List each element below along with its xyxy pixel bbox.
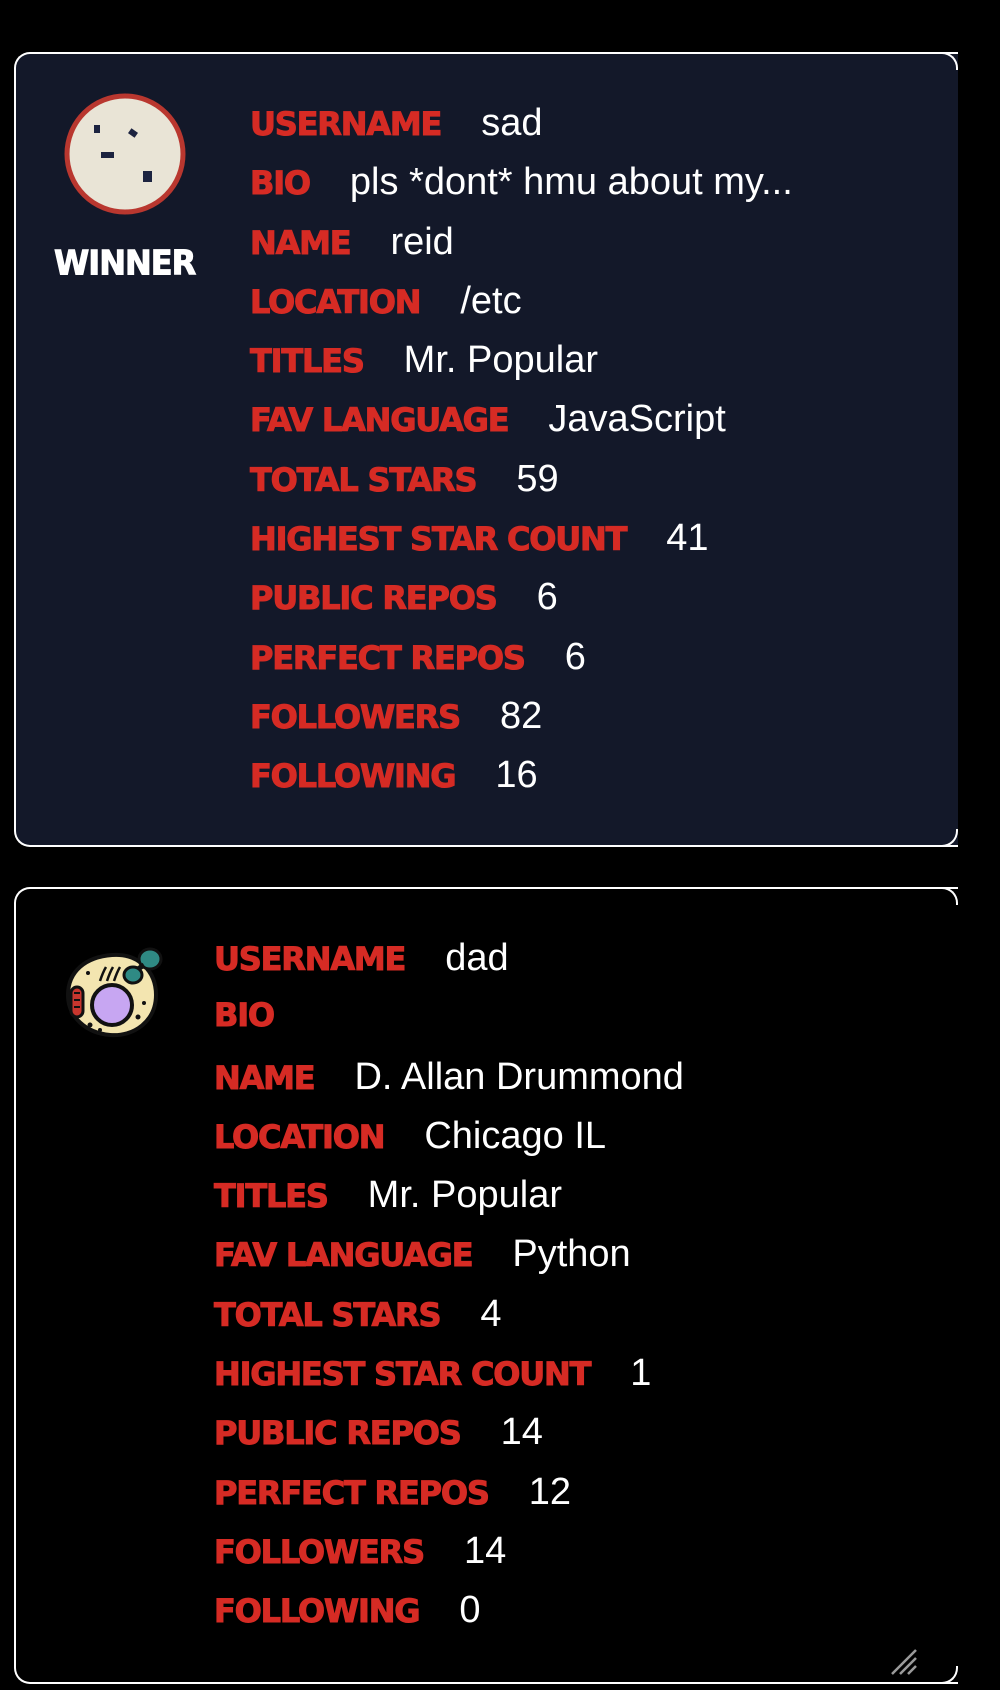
field-label: FOLLOWERS — [214, 1532, 426, 1571]
field-label: USERNAME — [213, 940, 406, 979]
field-label: LOCATION — [249, 282, 422, 321]
winner-badge: WINNER — [53, 243, 196, 284]
field-fav-language: FAV LANGUAGE Python — [213, 1233, 684, 1292]
field-label: FOLLOWING — [213, 1592, 421, 1631]
field-fav-language: FAV LANGUAGE JavaScript — [249, 398, 793, 457]
field-label: FOLLOWING — [249, 757, 457, 796]
field-label: TOTAL STARS — [249, 460, 478, 499]
field-username: USERNAME dad — [213, 937, 684, 996]
field-label: BIO — [250, 164, 312, 203]
field-value: sad — [481, 102, 543, 144]
field-name: NAME D. Allan Drummond — [213, 1055, 684, 1115]
profile-card: USERNAME dad BIO NAME D. Allan Drummond LO… — [14, 887, 958, 1684]
field-value: 4 — [480, 1292, 502, 1335]
field-total-stars: TOTAL STARS 4 — [213, 1292, 684, 1352]
profile-fields: USERNAME sad BIO pls *dont* hmu about my..… — [249, 102, 793, 814]
field-bio: BIO — [214, 996, 684, 1055]
field-location: LOCATION Chicago IL — [213, 1114, 684, 1174]
resize-grip-icon[interactable] — [888, 1646, 918, 1676]
field-value: /etc — [460, 279, 522, 322]
field-followers: FOLLOWERS 14 — [214, 1530, 684, 1589]
field-value: Python — [512, 1233, 631, 1276]
field-label: PERFECT REPOS — [214, 1473, 491, 1512]
field-username: USERNAME sad — [249, 102, 793, 161]
page: WINNER USERNAME sad BIO pls *dont* hmu abo… — [0, 0, 1000, 1690]
field-value: 1 — [630, 1352, 652, 1395]
field-total-stars: TOTAL STARS 59 — [249, 457, 793, 517]
field-value: 59 — [516, 457, 559, 500]
field-value: 0 — [459, 1589, 481, 1632]
avatar-column — [60, 937, 170, 1047]
field-following: FOLLOWING 0 — [213, 1589, 684, 1648]
field-highest-star-count: HIGHEST STAR COUNT 1 — [213, 1352, 684, 1411]
field-label: USERNAME — [249, 105, 442, 144]
field-value: 6 — [564, 635, 586, 678]
field-label: FAV LANGUAGE — [213, 1236, 474, 1275]
field-label: LOCATION — [213, 1117, 386, 1156]
field-perfect-repos: PERFECT REPOS 6 — [250, 636, 793, 695]
field-label: TOTAL STARS — [213, 1295, 442, 1334]
field-highest-star-count: HIGHEST STAR COUNT 41 — [249, 517, 793, 576]
field-label: PUBLIC REPOS — [250, 579, 499, 618]
field-value: 41 — [666, 517, 709, 560]
field-value: JavaScript — [548, 398, 726, 441]
field-following: FOLLOWING 16 — [249, 754, 793, 813]
field-label: HIGHEST STAR COUNT — [249, 520, 627, 559]
field-value: 12 — [528, 1470, 572, 1513]
field-label: PUBLIC REPOS — [214, 1414, 463, 1453]
field-public-repos: PUBLIC REPOS 6 — [250, 576, 793, 635]
cell-avatar-icon — [65, 947, 163, 1038]
field-value: Mr. Popular — [367, 1174, 562, 1217]
field-label: NAME — [213, 1058, 316, 1097]
field-label: PERFECT REPOS — [250, 638, 527, 677]
field-label: BIO — [214, 996, 276, 1035]
field-value: reid — [390, 220, 454, 263]
field-bio: BIO pls *dont* hmu about my... — [250, 161, 793, 220]
field-value: 14 — [463, 1529, 507, 1572]
field-titles: TITLES Mr. Popular — [250, 339, 793, 398]
field-value: dad — [445, 937, 509, 979]
field-label: TITLES — [214, 1177, 330, 1216]
field-label: FAV LANGUAGE — [249, 401, 510, 440]
field-label: FOLLOWERS — [250, 697, 462, 736]
field-followers: FOLLOWERS 82 — [250, 695, 793, 754]
field-label: NAME — [249, 223, 352, 262]
field-public-repos: PUBLIC REPOS 14 — [214, 1411, 684, 1470]
profile-card-winner: WINNER USERNAME sad BIO pls *dont* hmu abo… — [14, 52, 958, 847]
field-perfect-repos: PERFECT REPOS 12 — [214, 1471, 684, 1530]
field-value: pls *dont* hmu about my... — [349, 161, 793, 204]
field-location: LOCATION/etc — [249, 279, 793, 339]
profile-fields: USERNAME dad BIO NAME D. Allan Drummond LO… — [213, 937, 684, 1649]
field-value: D. Allan Drummond — [354, 1055, 684, 1098]
field-value: 16 — [495, 754, 538, 797]
field-label: TITLES — [250, 342, 366, 381]
field-name: NAME reid — [249, 220, 793, 280]
field-value: Chicago IL — [424, 1114, 607, 1157]
field-value: Mr. Popular — [403, 339, 598, 382]
field-value: 82 — [499, 694, 543, 737]
dotted-cookie-avatar-icon — [64, 93, 186, 215]
field-label: HIGHEST STAR COUNT — [213, 1355, 591, 1394]
field-titles: TITLES Mr. Popular — [214, 1174, 684, 1233]
avatar-column: WINNER — [53, 92, 197, 284]
field-value: 14 — [500, 1411, 543, 1454]
field-value: 6 — [536, 576, 558, 619]
